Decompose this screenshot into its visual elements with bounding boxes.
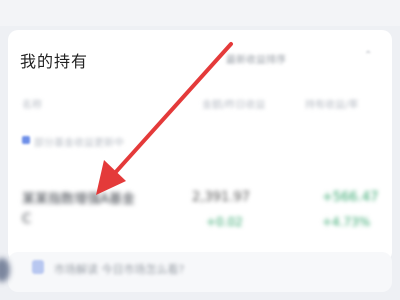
arrow-shaft (112, 42, 233, 176)
annotation-arrow (96, 42, 233, 195)
